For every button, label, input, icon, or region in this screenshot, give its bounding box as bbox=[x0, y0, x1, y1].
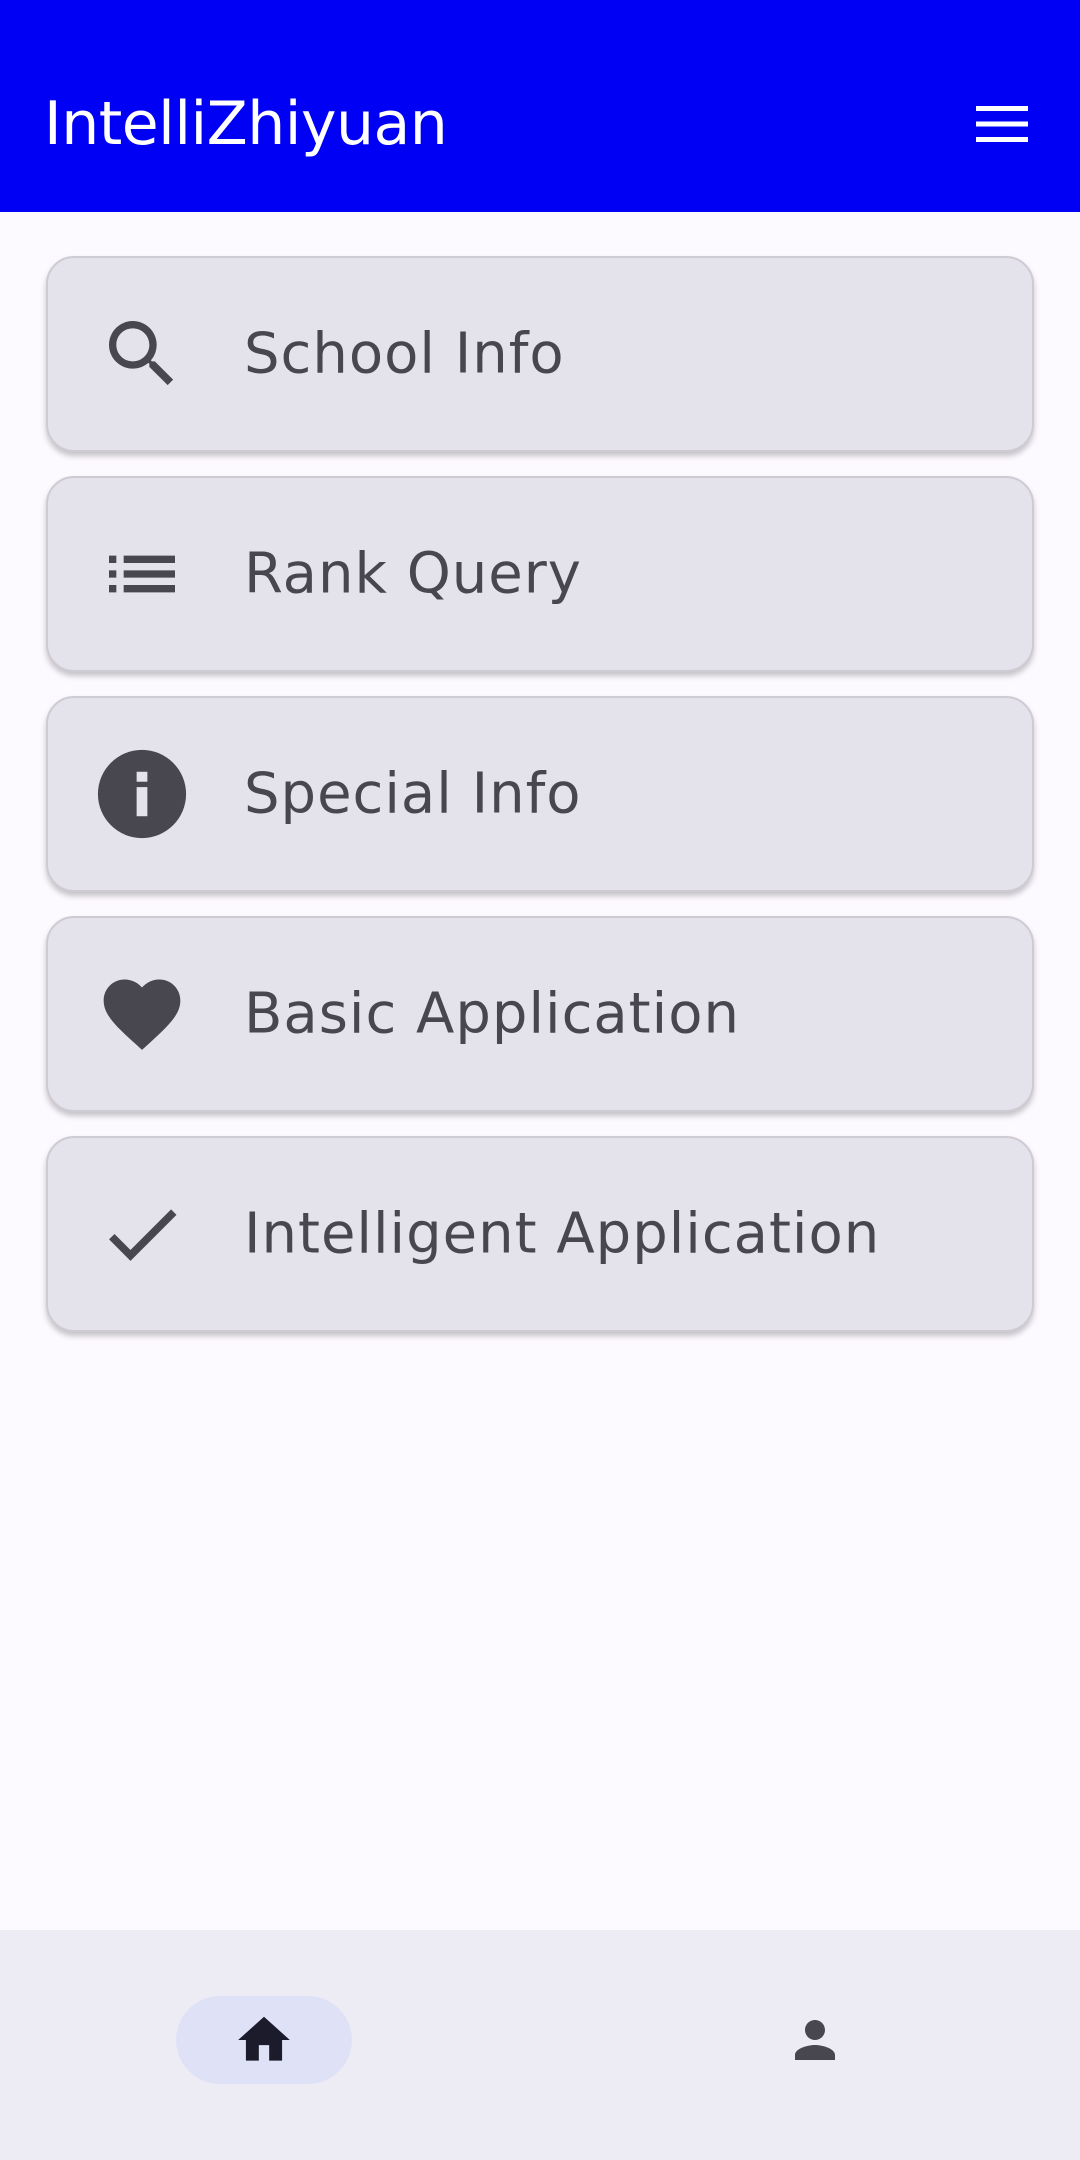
check-icon bbox=[96, 1188, 188, 1280]
bottom-navigation-bar bbox=[0, 1930, 1080, 2160]
rank-query-button[interactable]: Rank Query bbox=[46, 476, 1034, 672]
app-bar: IntelliZhiyuan bbox=[0, 0, 1080, 212]
intelligent-application-label: Intelligent Application bbox=[244, 1201, 881, 1267]
list-icon bbox=[96, 528, 188, 620]
info-icon bbox=[96, 748, 188, 840]
search-icon bbox=[96, 308, 188, 400]
app-title: IntelliZhiyuan bbox=[44, 89, 448, 159]
basic-application-label: Basic Application bbox=[244, 981, 740, 1047]
intelligent-application-button[interactable]: Intelligent Application bbox=[46, 1136, 1034, 1332]
menu-list: School Info Rank Query Special Info Basi… bbox=[46, 256, 1034, 1356]
heart-icon bbox=[96, 968, 188, 1060]
basic-application-button[interactable]: Basic Application bbox=[46, 916, 1034, 1112]
rank-query-label: Rank Query bbox=[244, 541, 582, 607]
home-icon bbox=[238, 2016, 290, 2061]
school-info-label: School Info bbox=[244, 321, 565, 387]
menu-button[interactable] bbox=[960, 94, 1044, 154]
person-icon bbox=[795, 2020, 835, 2060]
nav-home-button[interactable] bbox=[176, 1996, 352, 2084]
school-info-button[interactable]: School Info bbox=[46, 256, 1034, 452]
hamburger-menu-icon bbox=[976, 106, 1028, 142]
special-info-button[interactable]: Special Info bbox=[46, 696, 1034, 892]
special-info-label: Special Info bbox=[244, 761, 582, 827]
nav-profile-button[interactable] bbox=[770, 1996, 860, 2084]
